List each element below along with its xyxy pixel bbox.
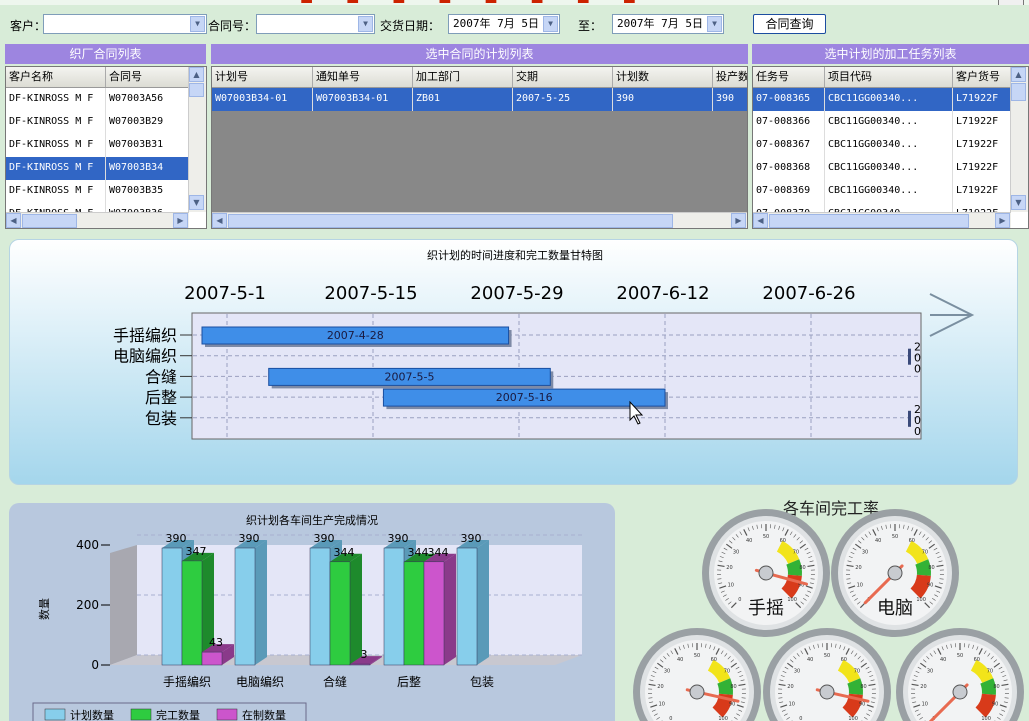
gantt-row-labels: 手摇编织电脑编织合缝后整包装 xyxy=(113,326,192,428)
gantt-date-ticks: 2007-5-1 2007-5-15 2007-5-29 2007-6-12 2007-… xyxy=(184,283,855,304)
gantt-row-label: 后整 xyxy=(145,388,177,407)
gantt-edge-label: 0 xyxy=(914,425,921,438)
gauge-area xyxy=(624,495,1029,721)
gantt-date-tick: 2007-6-12 xyxy=(616,283,709,304)
gantt-date-tick: 2007-5-1 xyxy=(184,283,266,304)
gantt-bar-label: 2007-5-16 xyxy=(496,391,553,404)
gantt-row-label: 包装 xyxy=(145,409,177,428)
gantt-row-label: 电脑编织 xyxy=(113,347,177,366)
completion-chart-panel xyxy=(9,503,615,721)
gantt-date-tick: 2007-5-15 xyxy=(324,283,417,304)
gantt-edge-marker xyxy=(908,348,911,365)
gantt-edge-marker xyxy=(908,410,911,427)
gantt-row-label: 合缝 xyxy=(145,367,177,386)
gantt-bar-label: 2007-5-5 xyxy=(385,370,435,383)
gantt-row-label: 手摇编织 xyxy=(113,326,177,345)
arrow-right-icon xyxy=(929,293,975,337)
gantt-date-tick: 2007-5-29 xyxy=(470,283,563,304)
gantt-bar-label: 2007-4-28 xyxy=(327,329,384,342)
gantt-title: 织计划的时间进度和完工数量甘特图 xyxy=(427,248,603,262)
gantt-edge-label: 0 xyxy=(914,363,921,376)
gantt-date-tick: 2007-6-26 xyxy=(762,283,855,304)
